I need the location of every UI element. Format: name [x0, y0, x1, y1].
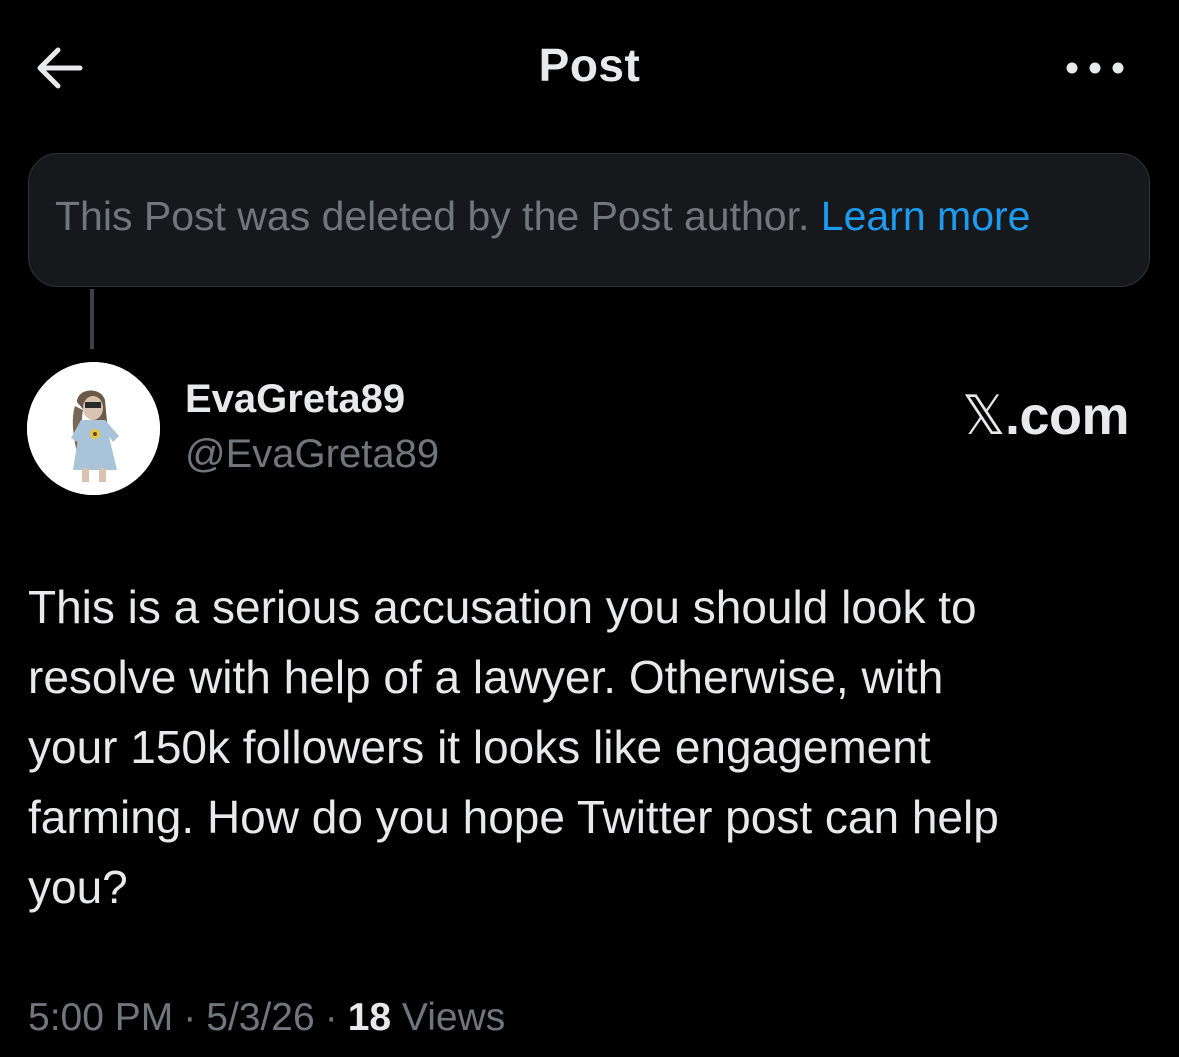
post-text-line: resolve with help of a lawyer. Otherwise…: [28, 651, 944, 703]
author-handle[interactable]: @EvaGreta89: [185, 432, 439, 477]
author-display-name[interactable]: EvaGreta89: [185, 377, 405, 422]
post-text: This is a serious accusation you should …: [28, 572, 1138, 922]
more-options-button[interactable]: [1060, 50, 1130, 86]
post-date[interactable]: 5/3/26: [206, 996, 314, 1039]
more-horizontal-icon: [1066, 62, 1124, 74]
avatar-illustration: [27, 362, 160, 495]
separator-dot: ·: [324, 996, 338, 1039]
deleted-post-notice: This Post was deleted by the Post author…: [28, 153, 1150, 287]
thread-connector-line: [90, 289, 94, 349]
deleted-notice-message: This Post was deleted by the Post author…: [55, 193, 810, 239]
x-logo-icon: 𝕏: [961, 384, 1006, 447]
views-count[interactable]: 18: [348, 996, 391, 1039]
post-text-line: This is a serious accusation you should …: [28, 581, 977, 633]
avatar[interactable]: [27, 362, 160, 495]
post-time[interactable]: 5:00 PM: [28, 996, 173, 1039]
separator-dot: ·: [183, 996, 197, 1039]
watermark-domain: .com: [1004, 386, 1130, 446]
top-bar: Post: [0, 0, 1179, 135]
deleted-notice-text: This Post was deleted by the Post author…: [55, 193, 1030, 240]
learn-more-link[interactable]: Learn more: [821, 193, 1031, 239]
post-text-line: you?: [28, 861, 128, 913]
post-text-line: farming. How do you hope Twitter post ca…: [28, 791, 999, 843]
x-com-watermark: 𝕏.com: [961, 384, 1130, 447]
views-label[interactable]: Views: [402, 996, 505, 1039]
page-title: Post: [538, 39, 641, 91]
post-metadata: 5:00 PM · 5/3/26 · 18 Views: [28, 996, 505, 1040]
post-text-line: your 150k followers it looks like engage…: [28, 721, 931, 773]
